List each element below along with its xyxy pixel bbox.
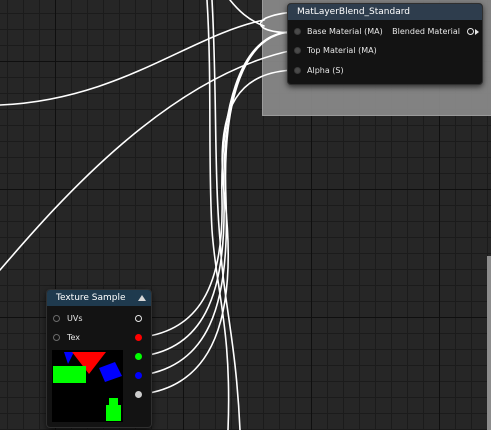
label-uvs: UVs bbox=[67, 314, 83, 323]
output-g-pin[interactable] bbox=[135, 353, 142, 360]
arrow-icon bbox=[475, 29, 479, 35]
pin-base-material[interactable] bbox=[294, 28, 301, 35]
texture-node-title: Texture Sample bbox=[56, 293, 126, 303]
triangle-up-icon[interactable] bbox=[138, 295, 146, 301]
wire-top-right bbox=[229, 0, 265, 27]
matlayerblend-node[interactable]: MatLayerBlend_Standard Base Material (MA… bbox=[287, 3, 483, 85]
wire-vertical-b bbox=[211, 0, 241, 430]
texture-sample-node[interactable]: Texture Sample UVs Tex bbox=[46, 289, 152, 428]
label-top-material: Top Material (MA) bbox=[307, 46, 377, 55]
label-base-material: Base Material (MA) bbox=[307, 27, 383, 36]
wire-vertical-a bbox=[206, 0, 230, 430]
pin-uvs[interactable] bbox=[53, 315, 60, 322]
wire-alpha bbox=[142, 69, 295, 395]
label-blended-material: Blended Material bbox=[392, 27, 460, 36]
output-b-pin[interactable] bbox=[135, 372, 142, 379]
input-uvs[interactable]: UVs bbox=[47, 312, 107, 326]
texture-preview bbox=[52, 350, 123, 422]
pin-alpha[interactable] bbox=[294, 67, 301, 74]
node-title: MatLayerBlend_Standard bbox=[288, 4, 482, 20]
side-panel-edge bbox=[487, 256, 491, 430]
pin-top-material[interactable] bbox=[294, 47, 301, 54]
label-tex: Tex bbox=[67, 333, 81, 342]
label-alpha: Alpha (S) bbox=[307, 66, 344, 75]
pin-blended-material[interactable] bbox=[467, 28, 474, 35]
output-r-pin[interactable] bbox=[135, 334, 142, 341]
wire-left-top bbox=[0, 19, 265, 106]
node-title: Texture Sample bbox=[47, 290, 151, 306]
input-top-material[interactable]: Top Material (MA) bbox=[288, 44, 478, 58]
output-a-pin[interactable] bbox=[135, 391, 142, 398]
wire-left-long bbox=[0, 49, 295, 271]
pin-tex[interactable] bbox=[53, 334, 60, 341]
output-blended-material[interactable]: Blended Material bbox=[386, 25, 479, 39]
texture-preview-image bbox=[53, 352, 122, 421]
input-alpha[interactable]: Alpha (S) bbox=[288, 64, 478, 78]
input-tex[interactable]: Tex bbox=[47, 331, 107, 345]
output-rgb-pin[interactable] bbox=[135, 315, 142, 322]
